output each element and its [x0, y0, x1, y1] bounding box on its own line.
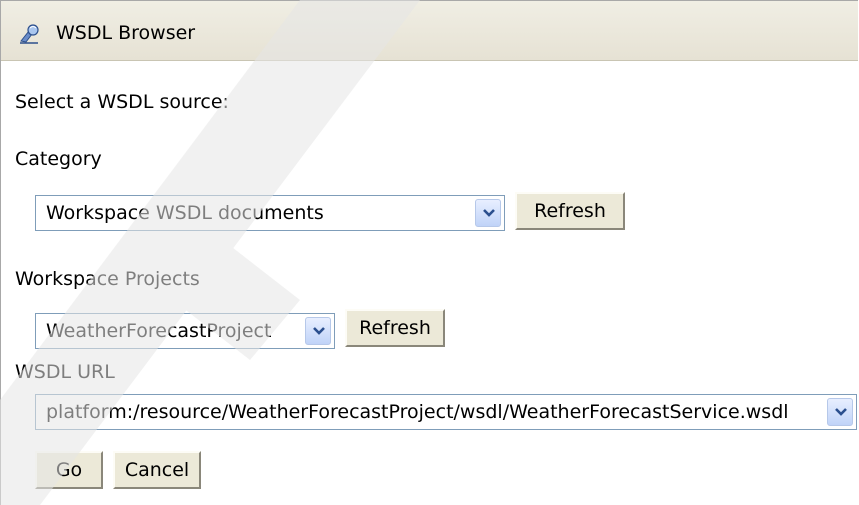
workspace-projects-select[interactable]: WeatherForecastProject [35, 313, 335, 349]
window-title: WSDL Browser [56, 22, 196, 44]
go-button[interactable]: Go [34, 450, 104, 490]
cancel-button[interactable]: Cancel [112, 450, 202, 490]
chevron-down-icon[interactable] [305, 317, 331, 345]
category-select-value: Workspace WSDL documents [46, 202, 324, 224]
title-bar: WSDL Browser [1, 1, 858, 61]
category-select[interactable]: Workspace WSDL documents [35, 195, 505, 231]
chevron-down-icon[interactable] [827, 398, 853, 426]
workspace-projects-select-value: WeatherForecastProject [46, 320, 272, 342]
chevron-down-icon[interactable] [475, 199, 501, 227]
source-heading: Select a WSDL source: [15, 91, 229, 113]
wsdl-browser-icon [18, 23, 42, 45]
workspace-projects-label: Workspace Projects [15, 268, 200, 290]
wsdl-url-select-value: platform:/resource/WeatherForecastProjec… [46, 401, 789, 423]
wsdl-url-label: WSDL URL [15, 361, 115, 383]
projects-refresh-button[interactable]: Refresh [344, 308, 446, 348]
category-refresh-button[interactable]: Refresh [514, 191, 626, 231]
wsdl-url-select[interactable]: platform:/resource/WeatherForecastProjec… [35, 394, 857, 430]
category-label: Category [15, 148, 102, 170]
